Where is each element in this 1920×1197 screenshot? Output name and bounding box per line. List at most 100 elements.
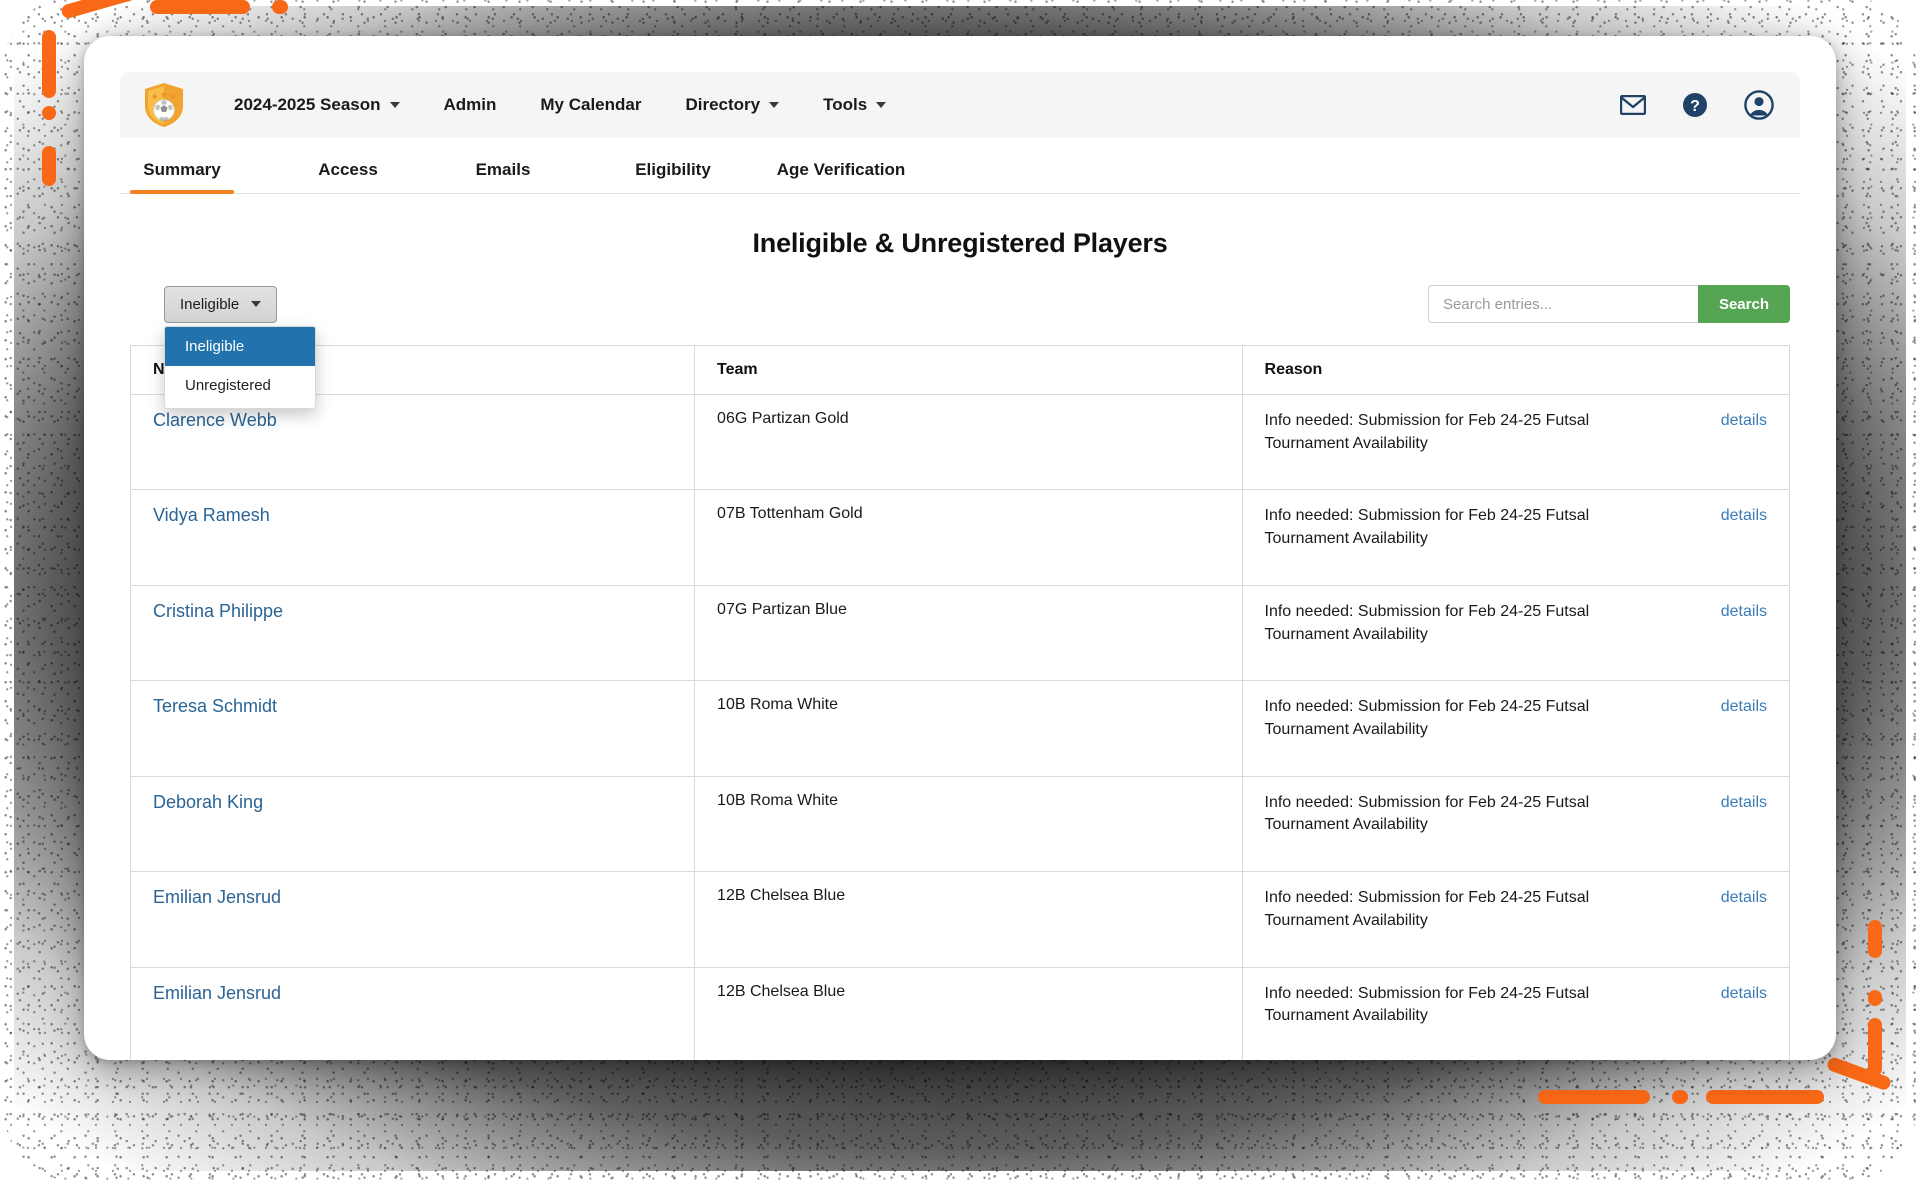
decor-dash-right-a	[1868, 920, 1882, 958]
player-name-link[interactable]: Emilian Jensrud	[153, 887, 281, 907]
mail-icon[interactable]	[1620, 95, 1646, 115]
tab-emails[interactable]: Emails	[468, 160, 538, 193]
tab-label: Summary	[143, 160, 221, 179]
column-header-reason[interactable]: Reason	[1242, 345, 1790, 395]
tab-bar: Summary Access Emails Eligibility Age Ve…	[120, 138, 1800, 194]
table-head: Name Team Reason	[130, 345, 1790, 395]
table-row: Emilian Jensrud 12B Chelsea Blue Info need…	[130, 871, 1790, 968]
nav-menu: 2024-2025 Season Admin My Calendar Direc…	[212, 89, 908, 121]
details-link[interactable]: details	[1721, 410, 1767, 433]
decor-dash-bottom-a	[1706, 1090, 1824, 1104]
decor-dash-right-c	[1868, 1018, 1882, 1076]
decor-dash-top-b	[272, 0, 288, 14]
tab-summary[interactable]: Summary	[130, 160, 234, 194]
cell-reason: Info needed: Submission for Feb 24-25 Fu…	[1242, 967, 1789, 1060]
table-header-row: Name Team Reason	[130, 345, 1790, 395]
details-link[interactable]: details	[1721, 887, 1767, 910]
table-row: Clarence Webb 06G Partizan Gold Info neede…	[130, 394, 1790, 491]
players-table: Name Team Reason Clarence Webb 06G Partiz…	[130, 345, 1790, 1060]
player-name-link[interactable]: Vidya Ramesh	[153, 505, 270, 525]
nav-item-season[interactable]: 2024-2025 Season	[212, 89, 422, 121]
tab-label: Eligibility	[635, 160, 711, 179]
filter-option-label: Ineligible	[185, 337, 245, 355]
decor-dash-top-a	[150, 0, 250, 14]
player-name-link[interactable]: Deborah King	[153, 792, 263, 812]
chevron-down-icon	[876, 102, 887, 108]
chevron-down-icon	[251, 301, 262, 307]
nav-item-label: Tools	[823, 95, 868, 114]
table-row: Cristina Philippe 07G Partizan Blue Info n…	[130, 585, 1790, 682]
filter-option-unregistered[interactable]: Unregistered	[165, 366, 315, 405]
chevron-down-icon	[389, 102, 400, 108]
reason-text: Info needed: Submission for Feb 24-25 Fu…	[1264, 793, 1590, 834]
table-body: Clarence Webb 06G Partizan Gold Info neede…	[130, 394, 1790, 1060]
filter-dropdown-label: Ineligible	[180, 295, 240, 313]
decor-dash-left-a	[42, 30, 56, 98]
cell-reason: Info needed: Submission for Feb 24-25 Fu…	[1242, 489, 1790, 586]
details-link[interactable]: details	[1721, 505, 1767, 528]
reason-text: Info needed: Submission for Feb 24-25 Fu…	[1264, 412, 1590, 452]
nav-item-my-calendar[interactable]: My Calendar	[518, 89, 663, 121]
nav-item-label: My Calendar	[540, 95, 642, 114]
tab-access[interactable]: Access	[308, 160, 388, 193]
details-link[interactable]: details	[1721, 792, 1767, 815]
reason-text: Info needed: Submission for Feb 24-25 Fu…	[1264, 698, 1590, 739]
player-name-link[interactable]: Cristina Philippe	[153, 601, 283, 621]
cell-reason: Info needed: Submission for Feb 24-25 Fu…	[1242, 394, 1790, 491]
cell-reason: Info needed: Submission for Feb 24-25 Fu…	[1242, 680, 1790, 777]
cell-team: 12B Chelsea Blue	[694, 967, 1243, 1060]
search-button[interactable]: Search	[1697, 285, 1790, 323]
user-avatar-icon[interactable]	[1744, 90, 1774, 120]
cell-reason: Info needed: Submission for Feb 24-25 Fu…	[1242, 871, 1790, 968]
table-row: Deborah King 10B Roma White Info needed: S…	[130, 776, 1790, 873]
details-link[interactable]: details	[1721, 696, 1767, 719]
decor-dash-bottom-b	[1672, 1090, 1688, 1104]
tab-label: Emails	[475, 160, 531, 179]
nav-item-tools[interactable]: Tools	[801, 89, 908, 121]
decor-dash-left-b	[42, 106, 56, 120]
cell-reason: Info needed: Submission for Feb 24-25 Fu…	[1242, 585, 1790, 682]
svg-text:?: ?	[1690, 98, 1700, 115]
search-input[interactable]	[1427, 285, 1698, 323]
decor-dash-left-c	[42, 146, 56, 186]
column-header-team[interactable]: Team	[694, 345, 1243, 395]
nav-item-admin[interactable]: Admin	[422, 89, 519, 121]
app-window: 2024-2025 Season Admin My Calendar Direc…	[84, 36, 1836, 1060]
details-link[interactable]: details	[1721, 601, 1767, 624]
cell-name: Teresa Schmidt	[130, 680, 696, 777]
top-navigation-bar: 2024-2025 Season Admin My Calendar Direc…	[120, 72, 1800, 138]
filter-dropdown-menu: Ineligible Unregistered	[164, 325, 316, 409]
cell-name: Emilian Jensrud	[130, 871, 696, 968]
filter-option-ineligible[interactable]: Ineligible	[165, 326, 315, 366]
page-title: Ineligible & Unregistered Players	[752, 228, 1168, 258]
reason-text: Info needed: Submission for Feb 24-25 Fu…	[1264, 507, 1590, 548]
filter-option-label: Unregistered	[185, 376, 271, 394]
cell-team: 07G Partizan Blue	[694, 585, 1243, 682]
search-group: Search	[1427, 285, 1790, 323]
cell-team: 07B Tottenham Gold	[694, 489, 1243, 586]
nav-item-label: Directory	[685, 95, 761, 114]
cell-name: Emilian Jensrud	[130, 967, 696, 1060]
decor-dash-bottom-c	[1538, 1090, 1650, 1104]
tab-label: Age Verification	[776, 160, 906, 179]
cell-name: Deborah King	[130, 776, 696, 873]
player-name-link[interactable]: Teresa Schmidt	[153, 696, 277, 716]
cell-team: 10B Roma White	[694, 680, 1243, 777]
cell-reason: Info needed: Submission for Feb 24-25 Fu…	[1242, 776, 1790, 873]
filter-dropdown-button[interactable]: Ineligible	[164, 285, 278, 323]
tab-eligibility[interactable]: Eligibility	[628, 160, 718, 193]
cell-team: 06G Partizan Gold	[694, 394, 1243, 491]
help-icon[interactable]: ?	[1682, 92, 1708, 118]
table-controls: Ineligible Ineligible Unregistered Searc…	[120, 285, 1800, 409]
reason-text: Info needed: Submission for Feb 24-25 Fu…	[1264, 984, 1590, 1025]
cell-name: Cristina Philippe	[130, 585, 696, 682]
table-row: Emilian Jensrud 12B Chelsea Blue Info need…	[130, 967, 1790, 1060]
nav-item-directory[interactable]: Directory	[663, 89, 801, 121]
player-name-link[interactable]: Clarence Webb	[153, 410, 277, 430]
table-row: Vidya Ramesh 07B Tottenham Gold Info neede…	[130, 489, 1790, 586]
table-row: Teresa Schmidt 10B Roma White Info needed:…	[130, 680, 1790, 777]
player-name-link[interactable]: Emilian Jensrud	[153, 983, 281, 1003]
nav-item-label: Admin	[443, 95, 497, 114]
details-link[interactable]: details	[1721, 983, 1767, 1006]
tab-age-verification[interactable]: Age Verification	[766, 160, 916, 193]
